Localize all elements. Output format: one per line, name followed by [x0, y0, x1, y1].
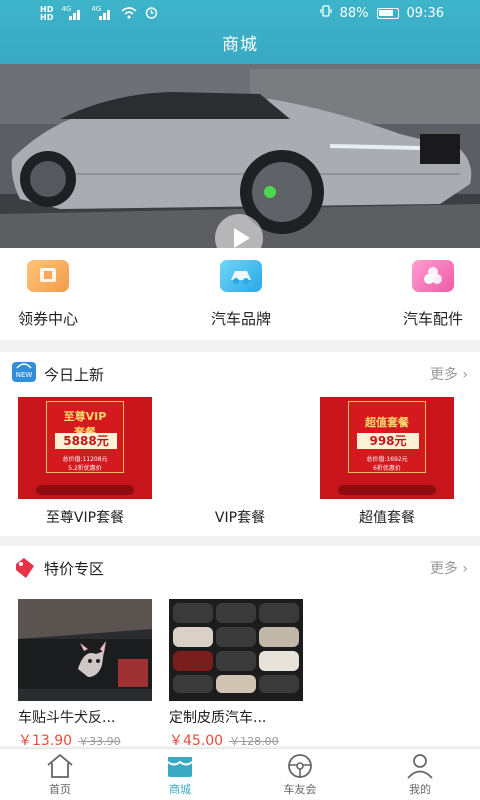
product-card[interactable]: 定制皮质汽车... ￥45.00 ￥128.00 [169, 599, 303, 750]
product-price: ￥45.00 [169, 733, 224, 749]
tab-label: 首页 [49, 783, 71, 796]
new-badge-icon: NEW [12, 362, 36, 382]
product-card[interactable]: 车贴斗牛犬反... ￥13.90 ￥33.90 [18, 599, 152, 750]
package-name: VIP套餐 [214, 510, 266, 526]
battery-icon [376, 7, 399, 19]
car-parts-icon [412, 260, 454, 292]
poster-price: 998元 [357, 433, 419, 449]
category-car-parts[interactable]: 汽车配件 [378, 260, 480, 329]
package-poster-empty [173, 397, 307, 499]
poster-price: 5888元 [55, 433, 117, 449]
package-card[interactable]: VIP套餐 [173, 397, 307, 527]
product-price: ￥13.90 [18, 733, 73, 749]
tab-label: 车友会 [283, 783, 317, 796]
special-price-section: 特价专区 更多 › 车贴斗牛犬反... ￥13.90 ￥33.90 定制皮质汽车… [0, 546, 480, 749]
product-image [169, 599, 303, 701]
wifi-icon [121, 6, 137, 22]
package-name: 超值套餐 [359, 510, 415, 526]
coupon-icon [27, 260, 69, 292]
shop-icon [165, 753, 195, 779]
alarm-icon [145, 6, 158, 22]
poster-total: 总价值:11208元 [62, 456, 108, 463]
package-poster: 至尊VIP套餐 5888元 总价值:11208元 5.2折优惠价 [18, 397, 152, 499]
category-label: 汽车配件 [402, 310, 463, 328]
signal-4g-icon: 4G [91, 5, 113, 20]
clock: 09:36 [406, 5, 444, 21]
product-name: 定制皮质汽车... [169, 710, 267, 726]
more-link[interactable]: 更多 › [430, 558, 468, 578]
package-poster: 超值套餐 998元 总价值:1692元 6折优惠价 [320, 397, 454, 499]
hd-icon: HD HD [40, 5, 54, 22]
steering-wheel-icon [285, 753, 315, 779]
chevron-right-icon: › [462, 561, 468, 577]
tab-home[interactable]: 首页 [20, 753, 100, 797]
product-image [18, 599, 152, 701]
battery-percent: 88% [339, 5, 369, 21]
user-icon [405, 753, 435, 779]
product-original-price: ￥128.00 [229, 735, 279, 748]
section-title: 今日上新 [44, 366, 105, 384]
category-coupon-center[interactable]: 领券中心 [0, 260, 103, 329]
section-header: 特价专区 更多 › [0, 546, 480, 584]
app-header: HD HD 4G 4G 88% 09:36 商城 [0, 0, 480, 64]
category-car-brand[interactable]: 汽车品牌 [186, 260, 296, 329]
package-name: 至尊VIP套餐 [45, 510, 125, 526]
car-brand-icon [220, 260, 262, 292]
vibrate-icon [320, 5, 332, 21]
bottom-tab-bar: 首页 商城 车友会 我的 [0, 748, 480, 800]
tab-shop[interactable]: 商城 [140, 753, 220, 797]
section-title: 特价专区 [44, 560, 105, 578]
tab-label: 商城 [169, 783, 191, 796]
svg-text:NEW: NEW [16, 371, 33, 379]
status-bar: HD HD 4G 4G 88% 09:36 [0, 0, 480, 28]
home-icon [45, 753, 75, 779]
package-card[interactable]: 至尊VIP套餐 5888元 总价值:11208元 5.2折优惠价 至尊VIP套餐 [18, 397, 152, 527]
section-header: NEW 今日上新 更多 › [0, 352, 480, 390]
package-card[interactable]: 超值套餐 998元 总价值:1692元 6折优惠价 超值套餐 [320, 397, 454, 527]
product-original-price: ￥33.90 [78, 735, 121, 748]
more-link[interactable]: 更多 › [430, 364, 468, 384]
category-row: 领券中心 汽车品牌 汽车配件 [0, 248, 480, 340]
category-label: 汽车品牌 [210, 310, 271, 328]
poster-discount: 6折优惠价 [373, 465, 401, 472]
product-name: 车贴斗牛犬反... [18, 710, 116, 726]
chevron-right-icon: › [462, 367, 468, 383]
new-today-section: NEW 今日上新 更多 › 至尊VIP套餐 5888元 总价值:11208元 5… [0, 352, 480, 536]
poster-title: 超值套餐 [365, 416, 409, 429]
signal-4g-icon: 4G [61, 5, 83, 20]
tab-mine[interactable]: 我的 [380, 753, 460, 797]
tab-label: 我的 [409, 783, 431, 796]
price-tag-icon [12, 556, 36, 578]
shop-screen: HD HD 4G 4G 88% 09:36 商城 领券中心 汽车品牌 汽车配件 … [0, 0, 480, 800]
page-title: 商城 [222, 35, 258, 55]
banner-carousel[interactable] [0, 64, 480, 248]
poster-total: 总价值:1692元 [366, 456, 408, 463]
poster-discount: 5.2折优惠价 [68, 465, 102, 472]
tab-car-club[interactable]: 车友会 [260, 753, 340, 797]
category-label: 领券中心 [17, 310, 78, 328]
